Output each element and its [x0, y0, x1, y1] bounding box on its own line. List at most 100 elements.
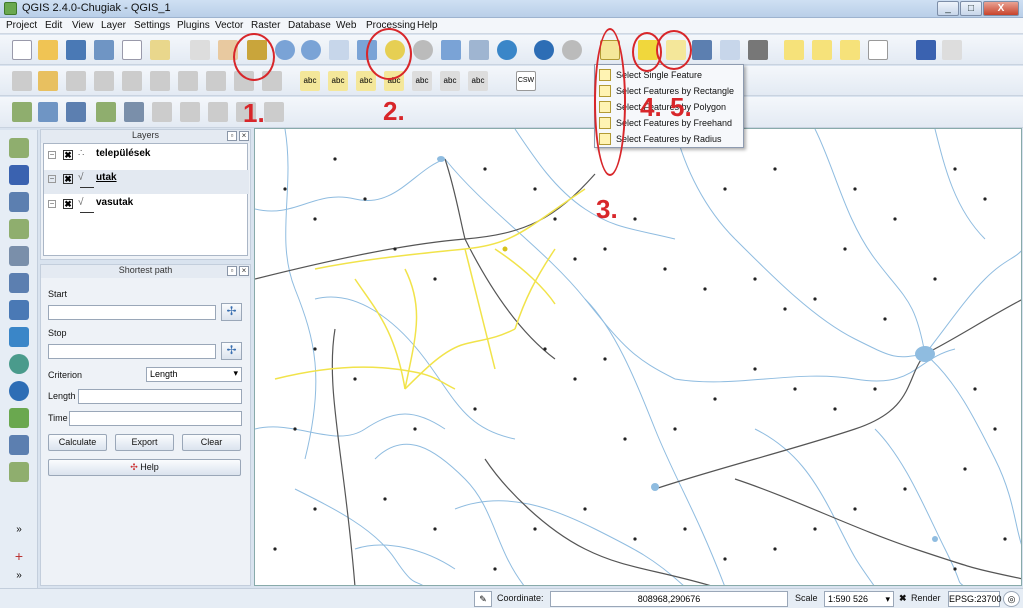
save-edits-icon[interactable]	[66, 71, 86, 91]
messages-icon[interactable]: ✎	[474, 591, 492, 607]
change-label-icon[interactable]: abc	[468, 71, 488, 91]
add-spatialite-icon[interactable]	[9, 219, 29, 239]
minimize-button[interactable]: _	[937, 1, 959, 16]
new-shapefile-icon[interactable]	[264, 102, 284, 122]
refresh-icon[interactable]	[497, 40, 517, 60]
clear-button[interactable]: Clear	[182, 434, 241, 451]
stop-capture-button[interactable]: ✢	[221, 342, 242, 360]
globe-icon[interactable]: ◎	[1003, 591, 1020, 607]
float-panel-button[interactable]: ▫	[227, 266, 237, 276]
layer-row[interactable]: − ✖ ∴ települések	[44, 146, 249, 170]
close-button[interactable]: X	[983, 1, 1019, 16]
delete-selected-icon[interactable]	[178, 71, 198, 91]
menu-settings[interactable]: Settings	[134, 20, 170, 31]
float-panel-button[interactable]: ▫	[227, 131, 237, 141]
zoom-last-icon[interactable]	[441, 40, 461, 60]
add-spatialite-layer-icon[interactable]	[96, 102, 116, 122]
add-db2-icon[interactable]	[9, 300, 29, 320]
whats-this-icon[interactable]	[942, 40, 962, 60]
node-tool-icon[interactable]	[150, 71, 170, 91]
layer-row[interactable]: − ✖ √ utak	[44, 170, 249, 194]
add-virtual-layer-icon[interactable]	[9, 327, 29, 347]
add-vector-layer-icon[interactable]	[12, 102, 32, 122]
zoom-actual-size-icon[interactable]	[329, 40, 349, 60]
add-wfs-icon[interactable]	[9, 408, 29, 428]
attribute-table-icon[interactable]	[692, 40, 712, 60]
zoom-in-icon[interactable]	[275, 40, 295, 60]
collapse-icon[interactable]: −	[48, 151, 56, 159]
add-gps-icon[interactable]	[9, 462, 29, 482]
statistics-icon[interactable]	[720, 40, 740, 60]
add-wms-layer-icon[interactable]	[180, 102, 200, 122]
cut-features-icon[interactable]	[206, 71, 226, 91]
help-button[interactable]: ✣ Help	[48, 459, 241, 476]
menu-help[interactable]: Help	[417, 20, 438, 31]
layer-visibility-checkbox[interactable]: ✖	[63, 174, 73, 184]
calculate-button[interactable]: Calculate	[48, 434, 107, 451]
pin-labels-icon[interactable]: abc	[356, 71, 376, 91]
layer-visibility-checkbox[interactable]: ✖	[63, 199, 73, 209]
scale-select[interactable]: 1:590 526 ▾	[824, 591, 894, 607]
collapse-icon[interactable]: −	[48, 200, 56, 208]
measure-icon[interactable]	[748, 40, 768, 60]
crs-button[interactable]: EPSG:23700	[948, 591, 1002, 607]
layer-labeling-icon[interactable]: abc	[300, 71, 320, 91]
add-postgis-icon[interactable]	[9, 192, 29, 212]
csw-icon[interactable]: CSW	[516, 71, 536, 91]
add-mssql-icon[interactable]	[9, 246, 29, 266]
add-vector-icon[interactable]	[9, 138, 29, 158]
save-project-icon[interactable]	[66, 40, 86, 60]
menu-raster[interactable]: Raster	[251, 20, 280, 31]
add-delimited-text-icon[interactable]	[9, 435, 29, 455]
zoom-out-icon[interactable]	[301, 40, 321, 60]
zoom-to-layer-icon[interactable]	[413, 40, 433, 60]
menu-vector[interactable]: Vector	[215, 20, 243, 31]
layer-visibility-checkbox[interactable]: ✖	[63, 150, 73, 160]
add-wcs-icon[interactable]	[9, 381, 29, 401]
rotate-label-icon[interactable]: abc	[440, 71, 460, 91]
new-print-composer-icon[interactable]	[122, 40, 142, 60]
crosshair-icon[interactable]: +	[9, 548, 29, 568]
criterion-select[interactable]: Length ▾	[146, 367, 242, 382]
close-panel-button[interactable]: ×	[239, 131, 249, 141]
add-raster-layer-icon[interactable]	[38, 102, 58, 122]
close-panel-button[interactable]: ×	[239, 266, 249, 276]
add-oracle-layer-icon[interactable]	[152, 102, 172, 122]
menu-layer[interactable]: Layer	[101, 20, 126, 31]
add-mssql-layer-icon[interactable]	[124, 102, 144, 122]
save-as-icon[interactable]	[94, 40, 114, 60]
collapse-icon[interactable]: −	[48, 175, 56, 183]
add-wcs-layer-icon[interactable]	[208, 102, 228, 122]
edit-pencil-icon[interactable]	[38, 71, 58, 91]
add-feature-icon[interactable]	[94, 71, 114, 91]
render-checkbox[interactable]: ✖	[899, 593, 907, 604]
map-canvas[interactable]	[254, 128, 1022, 586]
add-raster-icon[interactable]	[9, 165, 29, 185]
zoom-next-icon[interactable]	[469, 40, 489, 60]
add-postgis-layer-icon[interactable]	[66, 102, 86, 122]
map-tips-icon[interactable]	[784, 40, 804, 60]
menu-view[interactable]: View	[72, 20, 94, 31]
move-feature-icon[interactable]	[122, 71, 142, 91]
new-bookmark-icon[interactable]	[812, 40, 832, 60]
menu-database[interactable]: Database	[288, 20, 331, 31]
start-capture-button[interactable]: ✢	[221, 303, 242, 321]
open-project-icon[interactable]	[38, 40, 58, 60]
menu-web[interactable]: Web	[336, 20, 356, 31]
menu-edit[interactable]: Edit	[45, 20, 62, 31]
export-button[interactable]: Export	[115, 434, 174, 451]
show-bookmarks-icon[interactable]	[840, 40, 860, 60]
menu-plugins[interactable]: Plugins	[177, 20, 210, 31]
more-tools-icon[interactable]: »	[9, 524, 29, 544]
composer-manager-icon[interactable]	[150, 40, 170, 60]
label-tool-icon[interactable]: abc	[328, 71, 348, 91]
help-contents-icon[interactable]	[916, 40, 936, 60]
start-point-field[interactable]	[48, 305, 216, 320]
move-label-icon[interactable]: abc	[412, 71, 432, 91]
new-project-icon[interactable]	[12, 40, 32, 60]
run-feature-action-icon[interactable]	[562, 40, 582, 60]
toggle-editing-icon[interactable]	[12, 71, 32, 91]
touch-icon[interactable]	[190, 40, 210, 60]
add-oracle-icon[interactable]	[9, 273, 29, 293]
identify-icon[interactable]	[534, 40, 554, 60]
